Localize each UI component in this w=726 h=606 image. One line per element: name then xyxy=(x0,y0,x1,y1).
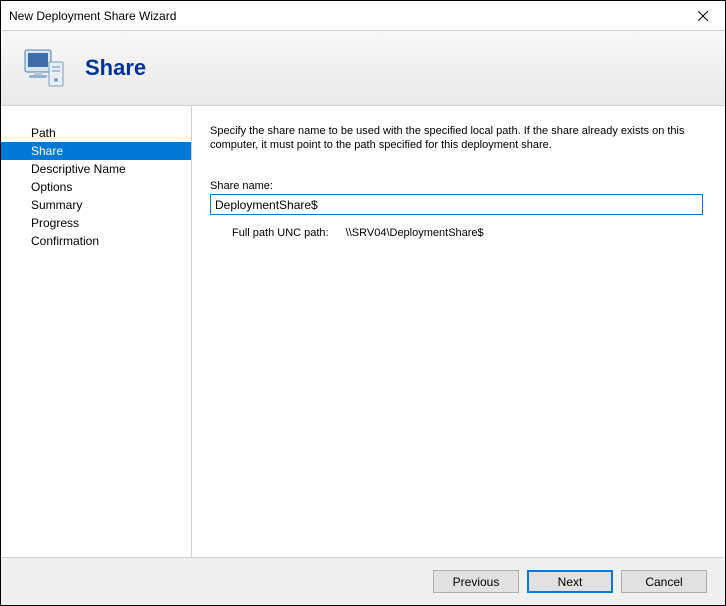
window-title: New Deployment Share Wizard xyxy=(9,9,176,23)
share-name-input[interactable] xyxy=(210,194,703,215)
computer-icon xyxy=(19,44,67,92)
content-panel: Specify the share name to be used with t… xyxy=(191,106,725,557)
sidebar-item-confirmation[interactable]: Confirmation xyxy=(1,232,191,250)
sidebar-item-progress[interactable]: Progress xyxy=(1,214,191,232)
cancel-button[interactable]: Cancel xyxy=(621,570,707,593)
full-path-value: \\SRV04\DeploymentShare$ xyxy=(346,227,484,239)
sidebar-item-options[interactable]: Options xyxy=(1,178,191,196)
wizard-body: Path Share Descriptive Name Options Summ… xyxy=(1,106,725,557)
sidebar: Path Share Descriptive Name Options Summ… xyxy=(1,106,191,557)
full-path-row: Full path UNC path: \\SRV04\DeploymentSh… xyxy=(210,227,703,239)
titlebar: New Deployment Share Wizard xyxy=(1,1,725,31)
close-icon xyxy=(698,11,708,21)
sidebar-item-share[interactable]: Share xyxy=(1,142,191,160)
close-button[interactable] xyxy=(680,1,725,30)
sidebar-item-path[interactable]: Path xyxy=(1,124,191,142)
previous-button[interactable]: Previous xyxy=(433,570,519,593)
full-path-label: Full path UNC path: xyxy=(232,227,329,239)
button-bar: Previous Next Cancel xyxy=(1,557,725,605)
share-name-label: Share name: xyxy=(210,180,703,192)
page-title: Share xyxy=(85,55,146,81)
wizard-header: Share xyxy=(1,31,725,106)
sidebar-item-descriptive-name[interactable]: Descriptive Name xyxy=(1,160,191,178)
next-button[interactable]: Next xyxy=(527,570,613,593)
instructions-text: Specify the share name to be used with t… xyxy=(210,124,703,152)
sidebar-item-summary[interactable]: Summary xyxy=(1,196,191,214)
